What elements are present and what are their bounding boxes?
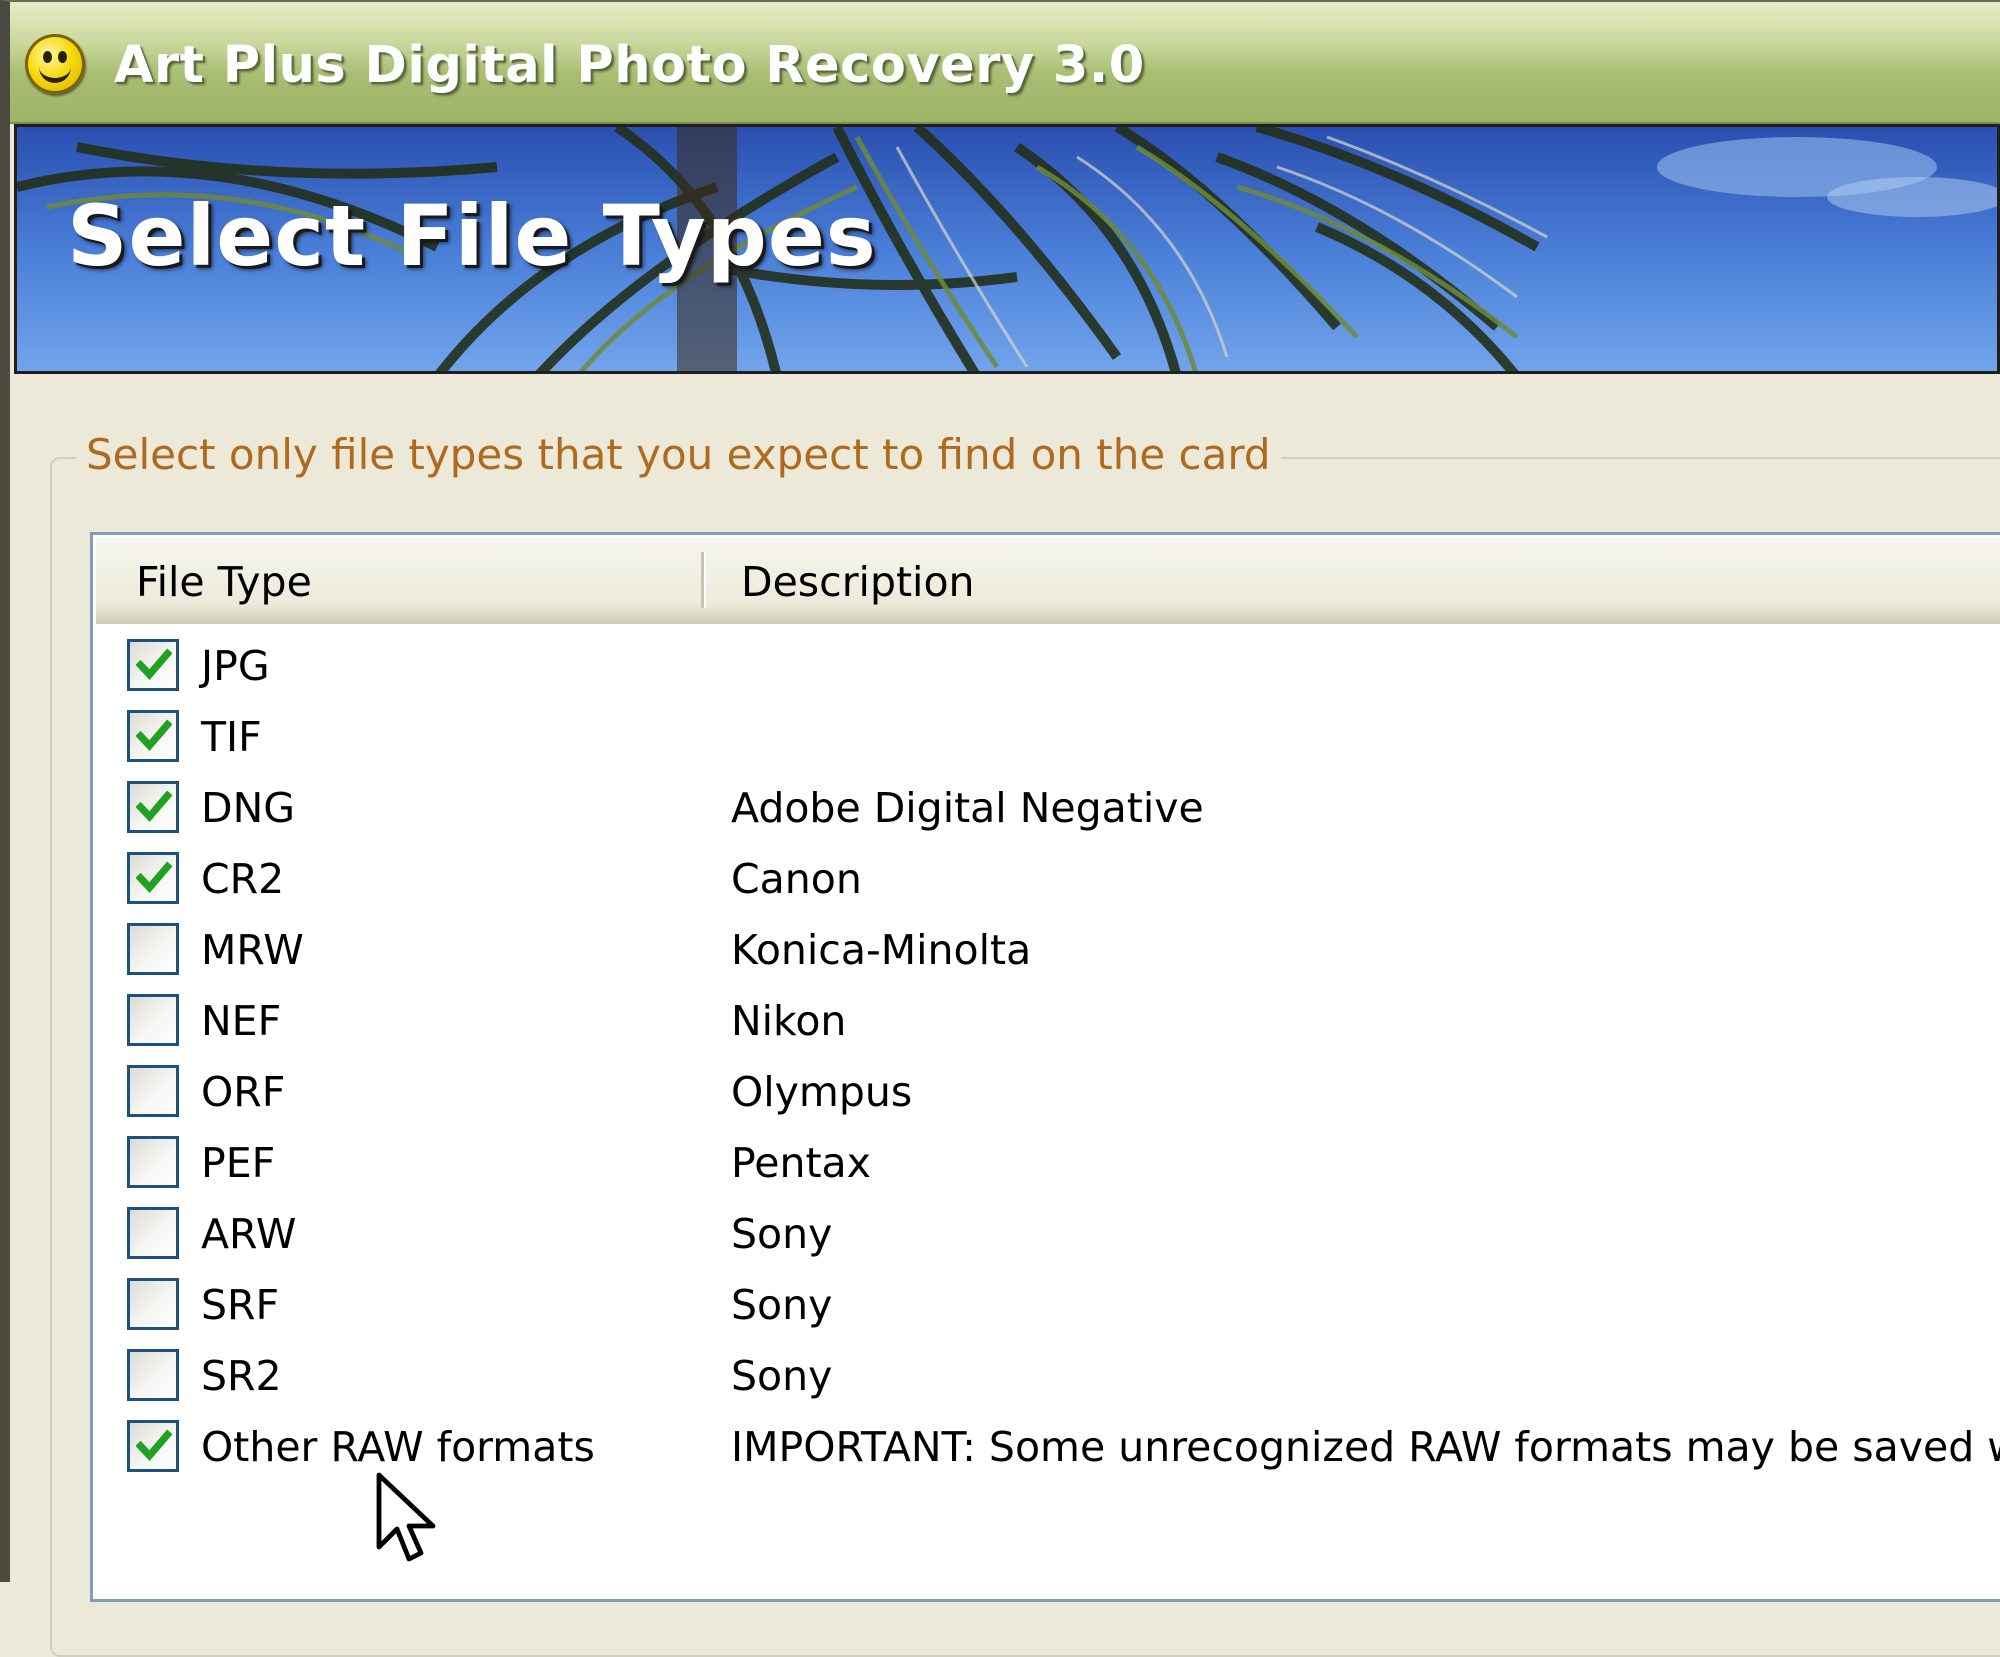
file-type-label: ARW [201,1210,297,1258]
check-mark-icon [136,790,172,822]
header-banner: Select File Types [14,124,2000,374]
mouse-pointer-icon [376,1472,436,1562]
column-header-file-type[interactable]: File Type [136,558,312,606]
list-item[interactable]: CR2 Canon [96,845,2000,916]
smiley-face-icon[interactable] [25,34,85,94]
file-type-description: Nikon [731,997,847,1045]
row-checkbox[interactable] [127,1420,179,1472]
file-type-description: Konica-Minolta [731,926,1032,974]
row-checkbox[interactable] [127,710,179,762]
file-type-description: Canon [731,855,862,903]
file-type-description: Adobe Digital Negative [731,784,1204,832]
window-title: Art Plus Digital Photo Recovery 3.0 [114,36,1145,95]
check-mark-icon [136,719,172,751]
check-mark-icon [136,861,172,893]
row-checkbox[interactable] [127,923,179,975]
smiley-mouth [39,60,71,83]
list-item[interactable]: SRF Sony [96,1271,2000,1342]
list-item[interactable]: TIF [96,703,2000,774]
file-type-label: PEF [201,1139,276,1187]
list-item[interactable]: PEF Pentax [96,1129,2000,1200]
check-mark-icon [136,1429,172,1461]
file-type-label: MRW [201,926,304,974]
file-type-label: JPG [201,642,270,690]
title-bar[interactable]: Art Plus Digital Photo Recovery 3.0 [10,2,2000,124]
row-checkbox[interactable] [127,852,179,904]
row-checkbox[interactable] [127,994,179,1046]
file-type-label: Other RAW formats [201,1423,595,1471]
list-item[interactable]: ORF Olympus [96,1058,2000,1129]
group-label: Select only file types that you expect t… [76,430,1281,479]
file-type-label: DNG [201,784,296,832]
column-divider[interactable] [701,552,706,608]
file-type-description: Olympus [731,1068,913,1116]
file-type-label: NEF [201,997,282,1045]
file-type-description: Sony [731,1210,833,1258]
file-type-list[interactable]: File Type Description JPG TIF DNG Adobe … [90,532,2000,1602]
file-type-description: IMPORTANT: Some unrecognized RAW formats… [731,1423,2000,1471]
file-type-label: TIF [201,713,262,761]
list-item[interactable]: JPG [96,632,2000,703]
file-type-description: Pentax [731,1139,871,1187]
row-checkbox[interactable] [127,1136,179,1188]
list-item[interactable]: SR2 Sony [96,1342,2000,1413]
row-checkbox[interactable] [127,639,179,691]
file-type-description: Sony [731,1352,833,1400]
row-checkbox[interactable] [127,1278,179,1330]
list-header: File Type Description [96,538,2000,624]
row-checkbox[interactable] [127,1065,179,1117]
file-type-label: SRF [201,1281,280,1329]
page-heading: Select File Types [67,187,877,285]
file-type-label: SR2 [201,1352,282,1400]
list-item[interactable]: ARW Sony [96,1200,2000,1271]
row-checkbox[interactable] [127,781,179,833]
check-mark-icon [136,648,172,680]
file-type-label: ORF [201,1068,286,1116]
row-checkbox[interactable] [127,1349,179,1401]
list-item[interactable]: MRW Konica-Minolta [96,916,2000,987]
file-type-label: CR2 [201,855,285,903]
list-item[interactable]: DNG Adobe Digital Negative [96,774,2000,845]
app-window: Art Plus Digital Photo Recovery 3.0 Sele… [0,0,2000,1657]
column-header-description[interactable]: Description [741,558,975,606]
row-checkbox[interactable] [127,1207,179,1259]
file-type-description: Sony [731,1281,833,1329]
list-item[interactable]: NEF Nikon [96,987,2000,1058]
